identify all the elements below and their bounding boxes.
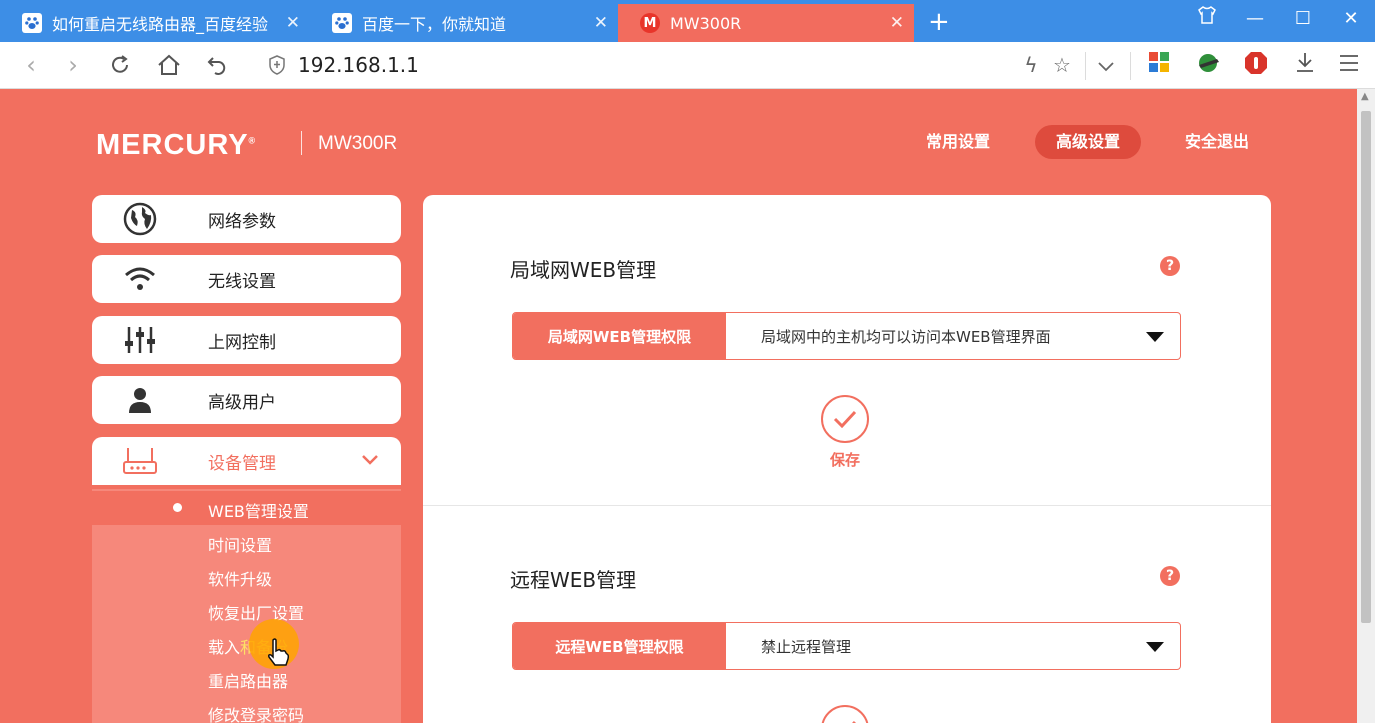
new-tab-button[interactable]: + (928, 8, 950, 36)
chevron-down-icon (361, 451, 379, 470)
submenu-item-reboot[interactable]: 重启路由器 (208, 668, 288, 692)
section-title-lan-web: 局域网WEB管理 (510, 258, 657, 282)
dropdown-caret-icon[interactable] (1146, 642, 1164, 652)
sidebar-item-network[interactable]: 网络参数 (92, 195, 401, 243)
shield-icon (266, 55, 288, 77)
browser-tab-mw300r[interactable]: M MW300R ✕ (618, 4, 914, 42)
submenu-item-web-management[interactable]: WEB管理设置 (208, 498, 309, 522)
close-window-icon[interactable]: ✕ (1327, 6, 1375, 32)
nav-advanced-settings[interactable]: 高级设置 (1035, 125, 1141, 159)
apps-grid-icon[interactable] (1144, 51, 1174, 80)
submenu-item-firmware-upgrade[interactable]: 软件升级 (208, 566, 272, 590)
home-button[interactable] (152, 50, 186, 80)
lan-web-permission-select[interactable]: 局域网WEB管理权限 局域网中的主机均可以访问本WEB管理界面 (512, 312, 1181, 360)
wifi-icon (92, 266, 188, 292)
submenu-device-management: WEB管理设置 时间设置 软件升级 恢复出厂设置 载入和备份 重启路由器 修改登… (92, 489, 401, 723)
submenu-item-change-password[interactable]: 修改登录密码 (208, 702, 304, 723)
nav-common-settings[interactable]: 常用设置 (914, 125, 1002, 159)
lightning-icon[interactable]: ϟ (1016, 51, 1046, 79)
window-controls: — ☐ ✕ (1183, 6, 1375, 32)
section-divider (423, 505, 1271, 506)
close-icon[interactable]: ✕ (286, 13, 300, 33)
sidebar-item-label: 无线设置 (208, 271, 276, 292)
router-admin-page: MERCURY® MW300R 常用设置 高级设置 安全退出 网络参数 无线设置… (5, 89, 1357, 723)
hand-cursor-icon (268, 638, 290, 666)
adblock-icon[interactable] (1241, 51, 1271, 82)
download-icon[interactable] (1290, 51, 1320, 80)
submenu-item-time-settings[interactable]: 时间设置 (208, 532, 272, 556)
mercury-logo: MERCURY® (96, 129, 257, 161)
browser-tab-baidu[interactable]: 百度一下，你就知道 ✕ (310, 4, 618, 42)
sidebar-item-label: 设备管理 (208, 453, 276, 474)
check-icon (833, 410, 857, 428)
model-name: MW300R (318, 133, 398, 154)
sidebar-item-access-control[interactable]: 上网控制 (92, 316, 401, 364)
browser-tab-bar: 如何重启无线路由器_百度经验 ✕ 百度一下，你就知道 ✕ M MW300R ✕ … (0, 0, 1375, 42)
baidu-paw-icon (332, 13, 352, 33)
submenu-item-factory-reset[interactable]: 恢复出厂设置 (208, 600, 304, 624)
field-value[interactable]: 局域网中的主机均可以访问本WEB管理界面 (726, 313, 1180, 359)
help-icon[interactable]: ? (1160, 566, 1180, 586)
sidebar-item-device-management[interactable]: 设备管理 (92, 437, 401, 485)
scrollbar-thumb[interactable] (1361, 111, 1371, 623)
field-label: 远程WEB管理权限 (513, 623, 726, 669)
globe-icon (92, 202, 188, 236)
back-button[interactable]: ‹ (14, 50, 48, 80)
field-label: 局域网WEB管理权限 (513, 313, 726, 359)
forward-button[interactable]: › (56, 50, 90, 80)
sidebar-item-label: 上网控制 (208, 332, 276, 353)
maximize-icon[interactable]: ☐ (1279, 6, 1327, 32)
tab-title: MW300R (670, 13, 742, 33)
field-value[interactable]: 禁止远程管理 (726, 623, 1180, 669)
minimize-icon[interactable]: — (1231, 6, 1279, 32)
menu-icon[interactable] (1334, 51, 1364, 79)
refresh-button[interactable] (103, 50, 137, 80)
url-input[interactable]: 192.168.1.1 (298, 53, 419, 77)
sidebar-item-wireless[interactable]: 无线设置 (92, 255, 401, 303)
router-icon (92, 446, 188, 476)
nav-logout[interactable]: 安全退出 (1171, 125, 1263, 159)
page-scrollbar[interactable]: ▲ (1357, 89, 1375, 723)
dropdown-caret-icon[interactable] (1146, 332, 1164, 342)
undo-close-button[interactable] (200, 50, 234, 80)
active-dot-icon (173, 503, 182, 512)
scroll-up-icon[interactable]: ▲ (1361, 91, 1369, 102)
sidebar-item-label: 网络参数 (208, 211, 276, 232)
chevron-down-icon[interactable] (1091, 51, 1121, 79)
section-title-remote-web: 远程WEB管理 (510, 568, 637, 592)
tab-title: 百度一下，你就知道 (362, 15, 507, 34)
star-icon[interactable]: ☆ (1047, 51, 1077, 79)
user-icon (92, 387, 188, 413)
close-icon[interactable]: ✕ (890, 13, 904, 33)
help-icon[interactable]: ? (1160, 256, 1180, 276)
baidu-paw-icon (22, 13, 42, 33)
sliders-icon (92, 325, 188, 355)
sidebar-item-advanced-user[interactable]: 高级用户 (92, 376, 401, 424)
sidebar-item-label: 高级用户 (208, 392, 276, 413)
save-label[interactable]: 保存 (819, 449, 871, 470)
close-icon[interactable]: ✕ (594, 13, 608, 33)
tab-title: 如何重启无线路由器_百度经验 (52, 15, 269, 34)
remote-web-permission-select[interactable]: 远程WEB管理权限 禁止远程管理 (512, 622, 1181, 670)
address-bar: ‹ › 192.168.1.1 ϟ ☆ (0, 42, 1375, 89)
mercury-m-icon: M (640, 13, 660, 33)
extension-globe-icon[interactable] (1193, 51, 1223, 82)
save-button[interactable] (821, 395, 869, 443)
browser-tab-baidu-jingyan[interactable]: 如何重启无线路由器_百度经验 ✕ (0, 4, 310, 42)
skin-icon[interactable] (1183, 6, 1231, 32)
save-button-remote[interactable] (821, 705, 869, 723)
content-panel: 局域网WEB管理 ? 局域网WEB管理权限 局域网中的主机均可以访问本WEB管理… (423, 195, 1271, 723)
